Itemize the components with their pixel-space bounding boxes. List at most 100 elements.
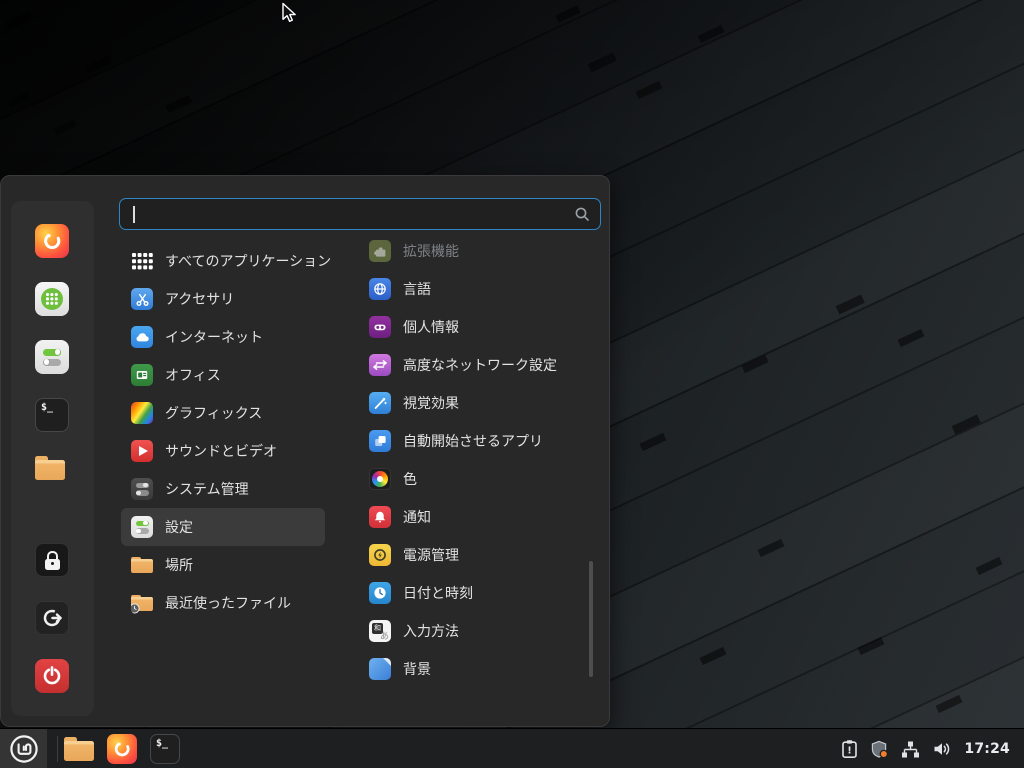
power-circle-icon xyxy=(369,544,391,566)
category-internet[interactable]: インターネット xyxy=(121,318,325,356)
category-recent-files[interactable]: 最近使ったファイル xyxy=(121,584,325,622)
cloud-icon xyxy=(131,326,153,348)
app-backgrounds[interactable]: 背景 xyxy=(359,650,595,688)
rainbow-icon xyxy=(131,402,153,424)
preferences-toggles-icon xyxy=(131,516,153,538)
launcher-terminal[interactable]: $_ xyxy=(150,734,180,764)
favorite-system-settings[interactable] xyxy=(35,340,69,374)
scrollbar-thumb[interactable] xyxy=(589,561,593,677)
update-manager-icon[interactable]: ! xyxy=(841,739,858,759)
software-manager-icon xyxy=(35,282,69,316)
app-input-method[interactable]: 和 あ 入力方法 xyxy=(359,612,595,650)
globe-icon xyxy=(369,278,391,300)
app-date-time[interactable]: 日付と時刻 xyxy=(359,574,595,612)
category-label: オフィス xyxy=(165,365,221,385)
app-notifications[interactable]: 通知 xyxy=(359,498,595,536)
folder-icon xyxy=(64,737,94,761)
color-wheel-icon xyxy=(369,468,391,490)
category-all-applications[interactable]: すべてのアプリケーション xyxy=(121,242,325,280)
firefox-icon xyxy=(35,224,69,258)
main-menu: $_ xyxy=(0,175,610,727)
app-label: 背景 xyxy=(403,659,431,679)
app-account-details[interactable]: 個人情報 xyxy=(359,308,595,346)
category-preferences[interactable]: 設定 xyxy=(121,508,325,546)
category-accessories[interactable]: アクセサリ xyxy=(121,280,325,318)
terminal-icon: $_ xyxy=(35,398,69,432)
input-method-icon: 和 あ xyxy=(369,620,391,642)
logout-icon xyxy=(35,601,69,635)
startup-squares-icon xyxy=(369,430,391,452)
panel-launchers: $_ xyxy=(64,729,180,768)
lock-icon xyxy=(35,543,69,577)
favorite-logout[interactable] xyxy=(35,601,69,635)
search-box xyxy=(119,198,601,230)
firefox-icon xyxy=(107,734,137,764)
settings-toggles-icon xyxy=(35,340,69,374)
app-color[interactable]: 色 xyxy=(359,460,595,498)
app-power-management[interactable]: 電源管理 xyxy=(359,536,595,574)
app-label: 入力方法 xyxy=(403,621,459,641)
menu-button[interactable] xyxy=(0,729,47,768)
category-graphics[interactable]: グラフィックス xyxy=(121,394,325,432)
play-icon xyxy=(131,440,153,462)
category-label: すべてのアプリケーション xyxy=(165,251,331,271)
puzzle-icon xyxy=(369,240,391,262)
category-label: インターネット xyxy=(165,327,263,347)
mask-icon xyxy=(369,316,391,338)
category-label: アクセサリ xyxy=(165,289,234,309)
app-label: 通知 xyxy=(403,507,431,527)
app-label: 色 xyxy=(403,469,417,489)
category-places[interactable]: 場所 xyxy=(121,546,325,584)
arrows-exchange-icon xyxy=(369,354,391,376)
favorite-terminal[interactable]: $_ xyxy=(35,398,69,432)
app-effects[interactable]: 視覚効果 xyxy=(359,384,595,422)
favorite-software-manager[interactable] xyxy=(35,282,69,316)
category-office[interactable]: オフィス xyxy=(121,356,325,394)
app-label: 電源管理 xyxy=(403,545,459,565)
all-applications-grid-icon xyxy=(131,250,153,272)
terminal-prompt-glyph: $_ xyxy=(36,399,53,413)
bell-icon xyxy=(369,506,391,528)
favorite-firefox[interactable] xyxy=(35,224,69,258)
app-startup-applications[interactable]: 自動開始させるアプリ xyxy=(359,422,595,460)
terminal-icon: $_ xyxy=(150,734,180,764)
ime-kana-glyph: あ xyxy=(380,629,389,642)
launcher-files[interactable] xyxy=(64,737,94,761)
category-label: サウンドとビデオ xyxy=(165,441,277,461)
clock-icon xyxy=(369,582,391,604)
app-label: 高度なネットワーク設定 xyxy=(403,355,557,375)
category-list: すべてのアプリケーション アクセサリ xyxy=(121,242,325,622)
favorite-lock-screen[interactable] xyxy=(35,543,69,577)
app-language[interactable]: 言語 xyxy=(359,270,595,308)
mouse-cursor xyxy=(281,2,299,26)
app-advanced-network[interactable]: 高度なネットワーク設定 xyxy=(359,346,595,384)
app-label: 日付と時刻 xyxy=(403,583,473,603)
linux-mint-logo-icon xyxy=(9,734,39,764)
favorite-files[interactable] xyxy=(35,456,69,490)
document-icon xyxy=(131,364,153,386)
menu-favorites-sidebar: $_ xyxy=(11,201,94,716)
app-extensions[interactable]: 拡張機能 xyxy=(359,232,595,270)
scissors-icon xyxy=(131,288,153,310)
launcher-firefox[interactable] xyxy=(107,734,137,764)
panel-separator xyxy=(57,736,58,762)
category-label: システム管理 xyxy=(165,479,249,499)
category-sound-video[interactable]: サウンドとビデオ xyxy=(121,432,325,470)
favorite-shutdown[interactable] xyxy=(35,659,69,693)
admin-toggles-icon xyxy=(131,478,153,500)
app-label: 個人情報 xyxy=(403,317,459,337)
network-icon[interactable] xyxy=(901,740,920,759)
app-label: 視覚効果 xyxy=(403,393,459,413)
category-administration[interactable]: システム管理 xyxy=(121,470,325,508)
category-label: グラフィックス xyxy=(165,403,262,423)
panel-clock[interactable]: 17:24 xyxy=(964,741,1010,757)
firewall-shield-icon[interactable] xyxy=(870,740,889,759)
volume-icon[interactable] xyxy=(932,740,952,758)
category-label: 設定 xyxy=(165,517,193,537)
app-label: 言語 xyxy=(403,279,431,299)
shutdown-power-icon xyxy=(35,659,69,693)
system-tray: ! xyxy=(841,729,1010,768)
search-input[interactable] xyxy=(120,199,600,229)
application-list: 拡張機能 言語 xyxy=(359,232,595,688)
terminal-prompt-glyph: $_ xyxy=(151,735,168,749)
